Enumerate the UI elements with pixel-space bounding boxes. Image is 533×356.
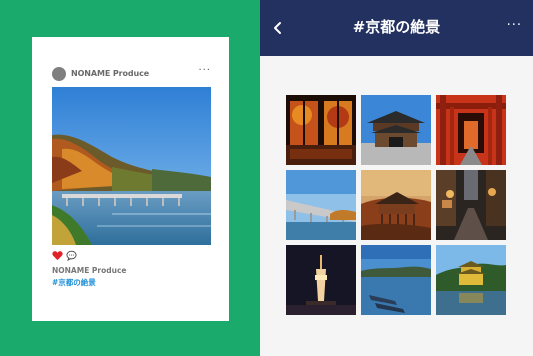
kiyomizu-temple-photo [361,170,431,240]
grid-photo[interactable] [436,95,506,165]
grid-photo[interactable] [436,245,506,315]
caption-hashtag[interactable]: #京都の絶景 [52,277,96,288]
grid-photo[interactable] [361,245,431,315]
caption-username[interactable]: NONAME Produce [52,265,127,276]
heart-icon[interactable] [52,250,63,261]
torii-tunnel-photo [436,95,506,165]
post-photo[interactable] [52,87,211,245]
kyoto-tower-night-photo [286,245,356,315]
gion-street-night-photo [436,170,506,240]
avatar[interactable] [52,67,66,81]
kinkakuji-photo [436,245,506,315]
comment-icon[interactable] [66,250,77,261]
post-card: NONAME Produce ··· NONAME Produce #京都の絶景 [32,37,229,321]
bridge-river-photo [286,170,356,240]
grid-photo[interactable] [361,170,431,240]
more-icon[interactable]: ··· [507,16,522,36]
post-header: NONAME Produce ··· [52,64,213,81]
grid-photo[interactable] [286,170,356,240]
hashtag-panel: #京都の絶景 ··· [260,0,533,356]
photo-grid [286,95,508,317]
grid-photo[interactable] [361,95,431,165]
temple-gate-photo [361,95,431,165]
post-actions [52,250,92,262]
lake-boats-photo [361,245,431,315]
temple-window-autumn-photo [286,95,356,165]
top-bar: #京都の絶景 ··· [260,0,533,56]
grid-photo[interactable] [286,245,356,315]
more-icon[interactable]: ··· [198,64,211,78]
arashiyama-bridge-photo [52,87,211,245]
grid-photo[interactable] [436,170,506,240]
post-panel: NONAME Produce ··· NONAME Produce #京都の絶景 [0,0,260,356]
post-username[interactable]: NONAME Produce [71,68,149,80]
grid-photo[interactable] [286,95,356,165]
page-title: #京都の絶景 [352,18,441,36]
